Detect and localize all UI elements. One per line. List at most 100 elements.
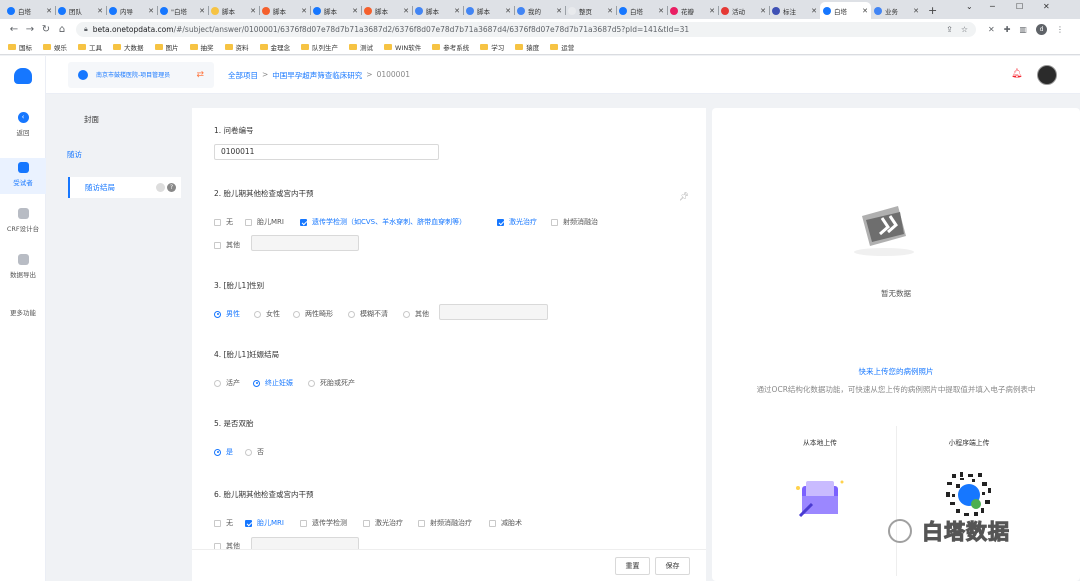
bookmark-folder[interactable]: WIN软件	[384, 42, 421, 52]
browser-tab[interactable]: 脚本 ✕	[412, 2, 463, 19]
share-icon[interactable]: ⇪	[946, 25, 953, 34]
radio[interactable]	[293, 310, 300, 318]
save-button[interactable]: 保存	[655, 557, 690, 575]
checkbox[interactable]	[245, 218, 252, 226]
browser-tab[interactable]: 脚本 ✕	[259, 2, 310, 19]
q2-option[interactable]: 射频消融治	[551, 217, 598, 227]
bookmark-folder[interactable]: 资料	[224, 42, 249, 52]
q6-option[interactable]: 减胎术	[489, 518, 522, 528]
checkbox[interactable]	[300, 218, 307, 226]
minimize-icon[interactable]: ─	[990, 2, 995, 11]
rail-crf-designer[interactable]: CRF设计台	[0, 208, 46, 233]
bookmark-folder[interactable]: 图片	[154, 42, 179, 52]
bookmark-folder[interactable]: 金理念	[259, 42, 290, 52]
checkbox[interactable]	[489, 519, 496, 527]
q4-option[interactable]: 死胎或死产	[308, 378, 355, 388]
q6-option[interactable]: 胎儿MRI	[245, 518, 284, 528]
close-window-icon[interactable]: ✕	[1043, 2, 1050, 11]
forward-arrow-icon[interactable]: →	[22, 24, 38, 35]
bookmark-folder[interactable]: 国标	[8, 42, 32, 52]
address-bar[interactable]: 🔒︎ beta.onetopdata.com /#/subject/answer…	[76, 22, 976, 37]
tab-close-icon[interactable]: ✕	[658, 7, 664, 15]
q2-option[interactable]: 遗传学检测（如CVS、羊水穿刺、脐带血穿刺等）	[300, 217, 466, 227]
browser-tab[interactable]: 白塔 ✕	[4, 2, 55, 19]
rail-data-export[interactable]: 数据导出	[0, 254, 46, 279]
q6-option[interactable]: 遗传学检测	[300, 518, 347, 528]
browser-tab[interactable]: 花瓣 ✕	[667, 2, 718, 19]
bookmark-folder[interactable]: 参考系统	[432, 42, 469, 52]
tab-close-icon[interactable]: ✕	[607, 7, 613, 15]
rail-subjects[interactable]: 受试者	[0, 158, 46, 194]
bookmark-folder[interactable]: 大数据	[113, 42, 144, 52]
browser-tab[interactable]: 脚本 ✕	[208, 2, 259, 19]
ocr-upload-title[interactable]: 快来上传您的病例照片	[712, 366, 1080, 377]
q3-option[interactable]: 其他	[403, 309, 429, 319]
checkbox[interactable]	[418, 519, 425, 527]
q2-option[interactable]: 其他	[214, 240, 240, 250]
browser-tab[interactable]: 内导 ✕	[106, 2, 157, 19]
browser-tab[interactable]: 团队 ✕	[55, 2, 106, 19]
tab-close-icon[interactable]: ✕	[199, 7, 205, 15]
side-panel-icon[interactable]: ▥	[1019, 25, 1027, 34]
tab-close-icon[interactable]: ✕	[505, 7, 511, 15]
tab-close-icon[interactable]: ✕	[403, 7, 409, 15]
checkbox[interactable]	[497, 218, 504, 226]
nav-visit-group[interactable]: 随访	[67, 149, 82, 160]
bookmark-folder[interactable]: 工具	[78, 42, 102, 52]
reload-icon[interactable]: ↻	[38, 24, 54, 35]
checkbox[interactable]	[300, 519, 307, 527]
q2-other-input[interactable]	[251, 235, 359, 251]
bookmark-folder[interactable]: 队列生产	[301, 42, 338, 52]
browser-tab[interactable]: 我的 ✕	[514, 2, 565, 19]
rail-back[interactable]: ‹ 返回	[0, 112, 46, 137]
avatar[interactable]	[1037, 65, 1057, 85]
tab-close-icon[interactable]: ✕	[556, 7, 562, 15]
tab-close-icon[interactable]: ✕	[811, 7, 817, 15]
radio[interactable]	[254, 310, 261, 318]
q3-option[interactable]: 男性	[214, 309, 240, 319]
tab-close-icon[interactable]: ✕	[148, 7, 154, 15]
switch-icon[interactable]: ⇄	[196, 70, 204, 80]
q4-option[interactable]: 活产	[214, 378, 240, 388]
home-icon[interactable]: ⌂	[54, 24, 70, 35]
browser-tab[interactable]: 脚本 ✕	[463, 2, 514, 19]
questionnaire-id-input[interactable]: 0100011	[214, 144, 439, 160]
radio[interactable]	[245, 448, 252, 456]
back-arrow-icon[interactable]: ←	[6, 24, 22, 35]
q5-option[interactable]: 否	[245, 447, 264, 457]
checkbox[interactable]	[245, 519, 252, 527]
tab-close-icon[interactable]: ✕	[913, 7, 919, 15]
tab-close-icon[interactable]: ✕	[862, 7, 868, 15]
radio[interactable]	[214, 379, 221, 387]
browser-tab[interactable]: 整页 ✕	[565, 2, 616, 19]
bookmark-folder[interactable]: 娱乐	[43, 42, 67, 52]
bookmark-folder[interactable]: 学习	[480, 42, 504, 52]
q6-option[interactable]: 激光治疗	[363, 518, 403, 528]
local-upload-illustration[interactable]	[792, 476, 848, 520]
tab-close-icon[interactable]: ✕	[709, 7, 715, 15]
browser-tab[interactable]: 脚本 ✕	[361, 2, 412, 19]
tab-close-icon[interactable]: ✕	[760, 7, 766, 15]
checkbox[interactable]	[551, 218, 558, 226]
checkbox[interactable]	[214, 519, 221, 527]
bookmark-folder[interactable]: 猿度	[515, 42, 539, 52]
radio[interactable]	[403, 310, 410, 318]
nav-cover[interactable]: 封面	[84, 114, 99, 125]
nav-visit-outcome[interactable]: 随访结局 ?	[68, 177, 181, 198]
browser-menu-icon[interactable]: ⋮	[1056, 25, 1064, 34]
tab-close-icon[interactable]: ✕	[46, 7, 52, 15]
browser-tab[interactable]: "白塔 ✕	[157, 2, 208, 19]
tab-close-icon[interactable]: ✕	[97, 7, 103, 15]
q3-option[interactable]: 两性畸形	[293, 309, 333, 319]
radio[interactable]	[308, 379, 315, 387]
tab-search-icon[interactable]: ⌄	[966, 2, 973, 11]
reset-button[interactable]: 重置	[615, 557, 650, 575]
project-switcher[interactable]: 南京市鼓楼医院-项目管理员 ⇄	[68, 62, 214, 88]
radio[interactable]	[253, 379, 260, 387]
rail-more[interactable]: 更多功能	[0, 307, 46, 317]
bell-icon[interactable]: 🔔︎	[1011, 69, 1022, 79]
tab-close-icon[interactable]: ✕	[301, 7, 307, 15]
browser-tab[interactable]: 脚本 ✕	[310, 2, 361, 19]
bookmark-folder[interactable]: 运营	[550, 42, 574, 52]
maximize-icon[interactable]: ☐	[1016, 2, 1023, 11]
